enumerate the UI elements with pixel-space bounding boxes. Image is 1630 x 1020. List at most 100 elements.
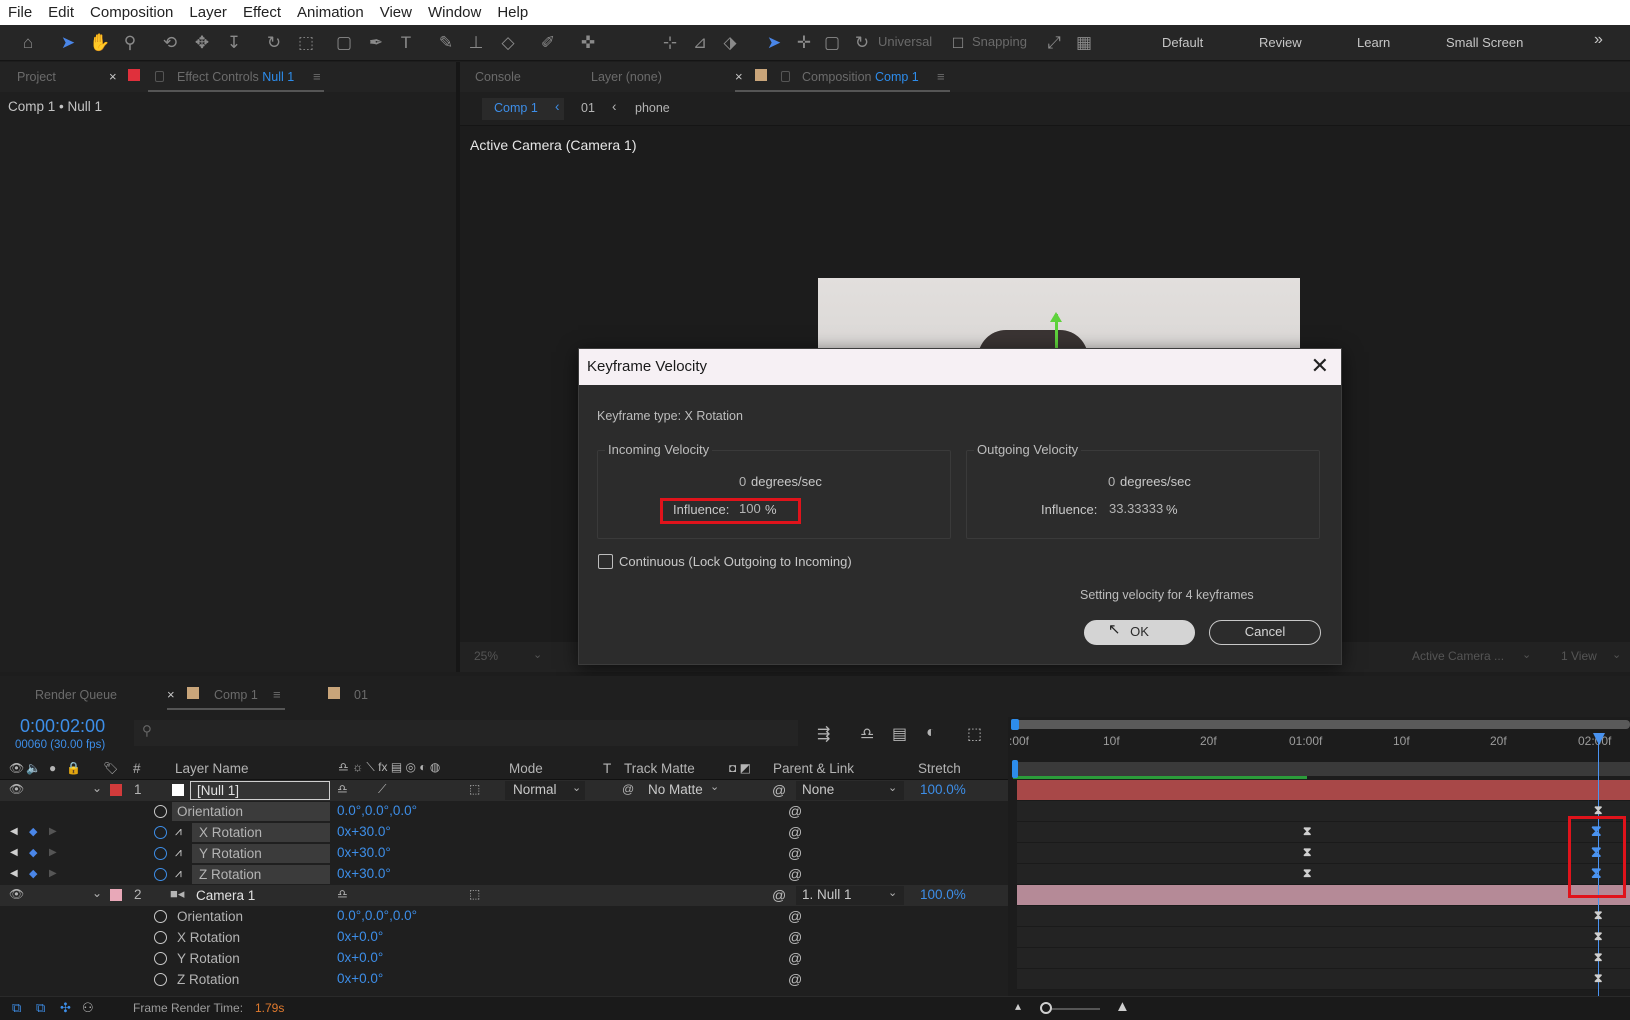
stopwatch-icon[interactable] [154, 826, 167, 839]
home-icon[interactable]: ⌂ [16, 31, 40, 55]
toggle-in-out-icon[interactable]: ✣ [60, 1000, 71, 1016]
menu-animation[interactable]: Animation [289, 0, 372, 25]
stopwatch-icon[interactable] [154, 931, 167, 944]
prop-value[interactable]: 0x+30.0° [337, 824, 391, 839]
menu-edit[interactable]: Edit [40, 0, 82, 25]
graph-editor-icon[interactable]: ⬚ [967, 724, 982, 744]
eye-icon[interactable]: 👁 [9, 887, 24, 901]
brush-tool-icon[interactable]: ✎ [434, 31, 458, 55]
tab-console[interactable]: Console [475, 70, 521, 84]
prop-value[interactable]: 0x+0.0° [337, 950, 383, 965]
chevron-down-icon[interactable]: ⌄ [92, 886, 102, 900]
clone-stamp-tool-icon[interactable]: ⊥ [464, 31, 488, 55]
mode-dropdown[interactable]: Normal ⌄ [505, 781, 585, 800]
puppet-tool-icon[interactable]: ✜ [576, 31, 600, 55]
hand-tool-icon[interactable]: ✋ [88, 31, 112, 55]
3d-rotate-icon[interactable]: ↻ [850, 31, 874, 55]
shy-layers-icon[interactable]: ♎ [860, 724, 874, 744]
continuous-checkbox[interactable] [598, 554, 613, 569]
graph-icon[interactable]: ⩘ [175, 845, 182, 860]
pan-behind-tool-icon[interactable]: ⬚ [294, 31, 318, 55]
expression-pickwhip-icon[interactable]: @ [788, 824, 802, 840]
menu-composition[interactable]: Composition [82, 0, 181, 25]
tab-effect-controls[interactable]: Effect Controls Null 1 [177, 70, 294, 84]
close-icon[interactable]: ✕ [1311, 353, 1329, 379]
world-axis-icon[interactable]: ⊿ [688, 31, 712, 55]
keyframe-linear[interactable]: ⧗ [1594, 950, 1602, 965]
outgoing-influence-input[interactable]: 33.33333 [1109, 501, 1163, 516]
panel-menu-icon[interactable]: ≡ [937, 69, 945, 84]
time-navigator[interactable] [1012, 720, 1630, 729]
layer-search-input[interactable]: ⚲ [134, 720, 798, 746]
view-layout-dropdown[interactable]: 1 View [1561, 649, 1597, 663]
keyframe-linear[interactable]: ⧗ [1594, 908, 1602, 923]
nav-phone[interactable]: phone [635, 101, 670, 115]
parent-pickwhip-icon[interactable]: @ [772, 887, 786, 903]
ok-button[interactable]: OK [1084, 620, 1195, 645]
expression-pickwhip-icon[interactable]: @ [788, 803, 802, 819]
3d-move-icon[interactable]: ✛ [792, 31, 816, 55]
toggle-transfer-controls-icon[interactable]: ⧉ [36, 1000, 45, 1016]
pan-tool-icon[interactable]: ✥ [190, 31, 214, 55]
solo-toggle-icon[interactable]: ● [49, 761, 56, 775]
snap-grid-icon[interactable]: ▦ [1072, 31, 1096, 55]
prop-value[interactable]: 0x+30.0° [337, 866, 391, 881]
prop-value[interactable]: 0x+0.0° [337, 971, 383, 986]
layer-label-color[interactable] [110, 784, 122, 796]
tab-render-queue[interactable]: Render Queue [35, 688, 117, 702]
roto-brush-tool-icon[interactable]: ✐ [536, 31, 560, 55]
prev-keyframe-icon[interactable]: ◀ [10, 826, 18, 837]
work-area-start-handle[interactable] [1012, 760, 1018, 778]
zoom-tool-icon[interactable]: ⚲ [118, 31, 142, 55]
prop-value[interactable]: 0x+30.0° [337, 845, 391, 860]
rotate-tool-icon[interactable]: ↻ [262, 31, 286, 55]
keyframe-linear[interactable]: ⧗ [1594, 971, 1602, 986]
add-keyframe-icon[interactable]: ◆ [29, 825, 37, 838]
3d-layer-switch-icon[interactable]: ⬚ [469, 782, 480, 796]
track-matte-dropdown[interactable]: No Matte [648, 782, 703, 797]
graph-icon[interactable]: ⩘ [175, 824, 182, 839]
expression-pickwhip-icon[interactable]: @ [788, 866, 802, 882]
expression-pickwhip-icon[interactable]: @ [788, 908, 802, 924]
layer-label-color[interactable] [110, 889, 122, 901]
tab-01[interactable]: 01 [354, 688, 368, 702]
expression-pickwhip-icon[interactable]: @ [788, 845, 802, 861]
snapping-checkbox[interactable]: ☐ [946, 31, 970, 55]
shy-switch-icon[interactable]: ♎ [337, 782, 348, 796]
keyframe-easy-ease[interactable]: ⧗ [1303, 866, 1311, 881]
stopwatch-icon[interactable] [154, 952, 167, 965]
menu-effect[interactable]: Effect [235, 0, 289, 25]
local-axis-icon[interactable]: ⊹ [658, 31, 682, 55]
layer-row-null1[interactable]: 👁 ⌄ 1 [Null 1] ♎ ⟋ ⬚ Normal ⌄ @ No Matte… [0, 780, 1008, 801]
keyframe-easy-ease[interactable]: ⧗ [1303, 824, 1311, 839]
toggle-layer-switches-icon[interactable]: ⧉ [12, 1000, 21, 1016]
lock-icon[interactable] [155, 71, 164, 82]
prev-keyframe-icon[interactable]: ◀ [10, 847, 18, 858]
lock-toggle-icon[interactable]: 🔒 [66, 761, 81, 775]
shy-switch-icon[interactable]: ♎ [337, 887, 348, 901]
playhead-icon[interactable] [1593, 733, 1605, 745]
menu-file[interactable]: File [0, 0, 40, 25]
zoom-dropdown[interactable]: 25% [474, 649, 498, 663]
close-icon[interactable]: × [735, 69, 743, 84]
column-layer-name[interactable]: Layer Name [175, 761, 249, 776]
chevron-down-icon[interactable]: ⌄ [92, 781, 102, 795]
eye-icon[interactable]: 👁 [9, 782, 24, 796]
layer-row-camera1[interactable]: 👁 ⌄ 2 ■◂ Camera 1 ♎ ⬚ @ 1. Null 1 ⌄ 100.… [0, 885, 1008, 906]
nav-01[interactable]: 01 [581, 101, 595, 115]
cancel-button[interactable]: Cancel [1209, 620, 1321, 645]
motion-blur-icon[interactable]: ◐ [926, 724, 936, 742]
navigator-start-handle[interactable] [1011, 719, 1019, 730]
next-keyframe-icon[interactable]: ▶ [49, 868, 57, 879]
layer-name[interactable]: Camera 1 [196, 888, 255, 903]
prop-value[interactable]: 0x+0.0° [337, 929, 383, 944]
eraser-tool-icon[interactable]: ◇ [496, 31, 520, 55]
stopwatch-icon[interactable] [154, 868, 167, 881]
audio-toggle-icon[interactable]: 🔈 [26, 761, 41, 775]
stopwatch-icon[interactable] [154, 910, 167, 923]
stretch-value[interactable]: 100.0% [920, 887, 966, 902]
3d-layer-switch-icon[interactable]: ⬚ [469, 887, 480, 901]
current-timecode[interactable]: 0:00:02:00 [20, 716, 105, 737]
workspace-review[interactable]: Review [1259, 35, 1302, 50]
lock-icon[interactable] [781, 71, 790, 82]
